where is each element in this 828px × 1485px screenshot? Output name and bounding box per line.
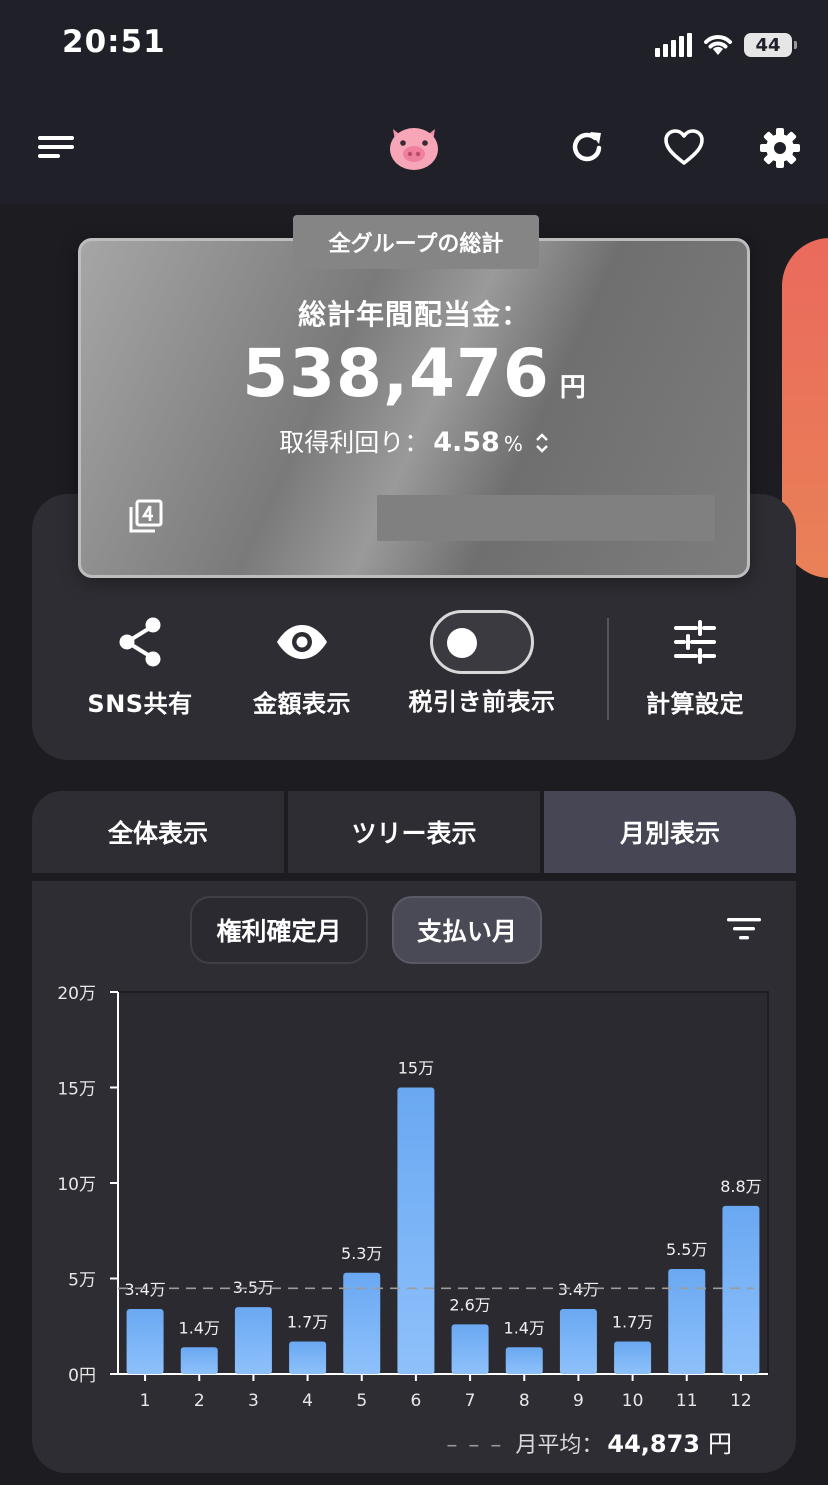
annual-dividend-label: 総計年間配当金： — [297, 298, 530, 331]
monthly-average-row: – – – 月平均： 44,873 円 — [32, 1424, 796, 1459]
calc-settings-label: 計算設定 — [646, 690, 744, 718]
eye-icon — [275, 614, 329, 670]
tab-tree[interactable]: ツリー表示 — [288, 791, 540, 873]
pretax-toggle-wrap — [430, 610, 534, 674]
pretax-display-control: 税引き前表示 — [402, 610, 562, 717]
annual-dividend-unit: 円 — [559, 373, 586, 403]
pretax-display-label: 税引き前表示 — [408, 688, 556, 716]
piggy-bank-icon — [385, 117, 443, 175]
share-icon — [117, 614, 163, 670]
monthly-average-value: 44,873 — [607, 1430, 700, 1458]
hamburger-menu-icon[interactable] — [36, 132, 76, 162]
sns-share-button[interactable]: SNS共有 — [86, 614, 194, 719]
y-tick-label: 10万 — [57, 1175, 96, 1195]
tab-overall[interactable]: 全体表示 — [32, 791, 284, 873]
total-dividend-card: 全グループの総計 総計年間配当金： 538,476 円 取得利回り： 4.58% — [78, 215, 750, 578]
bar-value-label: 1.4万 — [504, 1318, 545, 1337]
tab-monthly[interactable]: 月別表示 — [544, 791, 796, 873]
view-tabs: 全体表示 ツリー表示 月別表示 — [32, 791, 796, 873]
sort-toggle-icon[interactable] — [535, 432, 549, 454]
amount-display-button[interactable]: 金額表示 — [249, 614, 355, 719]
group-count-4-icon[interactable] — [125, 497, 165, 537]
annual-dividend-amount-row: 538,476 円 — [81, 335, 747, 412]
y-tick-label: 20万 — [57, 984, 96, 1004]
cellular-signal-icon — [655, 33, 692, 57]
pretax-toggle[interactable] — [430, 610, 534, 674]
toggle-knob — [447, 628, 477, 658]
bar-value-label: 3.4万 — [558, 1280, 599, 1299]
bar-value-label: 1.4万 — [179, 1318, 220, 1337]
bar-value-label: 5.5万 — [666, 1240, 707, 1259]
bar-month-11 — [668, 1268, 706, 1374]
masked-field — [377, 495, 715, 541]
amount-display-label: 金額表示 — [253, 690, 351, 718]
monthly-average-label: 月平均： — [515, 1433, 604, 1458]
y-tick-label: 15万 — [57, 1080, 96, 1100]
x-tick-label: 8 — [519, 1391, 530, 1411]
bar-value-label: 15万 — [398, 1059, 434, 1078]
refresh-icon[interactable] — [566, 125, 610, 169]
annual-dividend-amount: 538,476 — [242, 335, 550, 412]
x-tick-label: 12 — [730, 1391, 752, 1411]
bar-month-6 — [397, 1087, 435, 1374]
bar-month-12 — [722, 1205, 760, 1374]
card-group-tag: 全グループの総計 — [293, 215, 539, 269]
bar-value-label: 2.6万 — [449, 1295, 490, 1314]
y-tick-label: 5万 — [68, 1271, 96, 1291]
bar-month-2 — [180, 1347, 218, 1374]
bar-month-7 — [451, 1324, 489, 1374]
x-tick-label: 2 — [194, 1391, 205, 1411]
monthly-dividend-chart: 0円5万10万15万20万3.4万11.4万23.5万31.7万45.3万515… — [57, 984, 769, 1411]
chart-panel: 0円 5万 10万 15万 20万 3.4万 1 1.4万 2 3.5万 3 1.7万 4 5.3万 5 15… — [32, 881, 796, 1473]
monthly-average-unit: 円 — [708, 1430, 732, 1458]
status-icons: 44 — [655, 30, 797, 60]
battery-indicator: 44 — [744, 33, 797, 57]
x-tick-label: 10 — [622, 1391, 644, 1411]
x-tick-label: 7 — [465, 1391, 476, 1411]
status-time: 20:51 — [62, 24, 166, 60]
chip-payment-month[interactable]: 支払い月 — [392, 896, 542, 964]
bar-month-10 — [614, 1341, 652, 1374]
yield-value: 4.58 — [433, 427, 500, 458]
heart-icon[interactable] — [662, 125, 706, 169]
yield-unit: % — [503, 432, 523, 456]
x-tick-label: 5 — [356, 1391, 367, 1411]
bar-value-label: 3.4万 — [124, 1280, 165, 1299]
y-tick-label: 0円 — [68, 1366, 96, 1386]
x-tick-label: 11 — [676, 1391, 698, 1411]
x-tick-label: 1 — [140, 1391, 151, 1411]
bar-month-9 — [559, 1309, 597, 1374]
sliders-icon — [672, 614, 718, 670]
bar-value-label: 8.8万 — [720, 1177, 761, 1196]
calc-settings-button[interactable]: 計算設定 — [641, 614, 749, 719]
bar-month-1 — [126, 1309, 164, 1374]
x-tick-label: 9 — [573, 1391, 584, 1411]
bar-month-4 — [289, 1341, 327, 1374]
app-bar — [0, 92, 828, 204]
bar-month-8 — [505, 1347, 543, 1374]
x-tick-label: 4 — [302, 1391, 313, 1411]
bar-value-label: 5.3万 — [341, 1244, 382, 1263]
wifi-icon — [704, 35, 732, 55]
yield-label: 取得利回り： — [279, 428, 430, 457]
x-tick-label: 6 — [411, 1391, 422, 1411]
bar-value-label: 1.7万 — [287, 1313, 328, 1332]
filter-icon[interactable] — [726, 914, 762, 944]
controls-divider — [607, 618, 609, 720]
yield-row[interactable]: 取得利回り： 4.58% — [81, 423, 747, 459]
average-line-legend-icon: – – – — [446, 1433, 504, 1458]
sns-share-label: SNS共有 — [87, 690, 193, 718]
status-bar: 20:51 44 — [0, 0, 828, 92]
x-tick-label: 3 — [248, 1391, 259, 1411]
gear-icon[interactable] — [757, 125, 803, 171]
chip-record-month[interactable]: 権利確定月 — [190, 896, 368, 964]
bar-value-label: 1.7万 — [612, 1313, 653, 1332]
bar-month-3 — [234, 1307, 272, 1374]
